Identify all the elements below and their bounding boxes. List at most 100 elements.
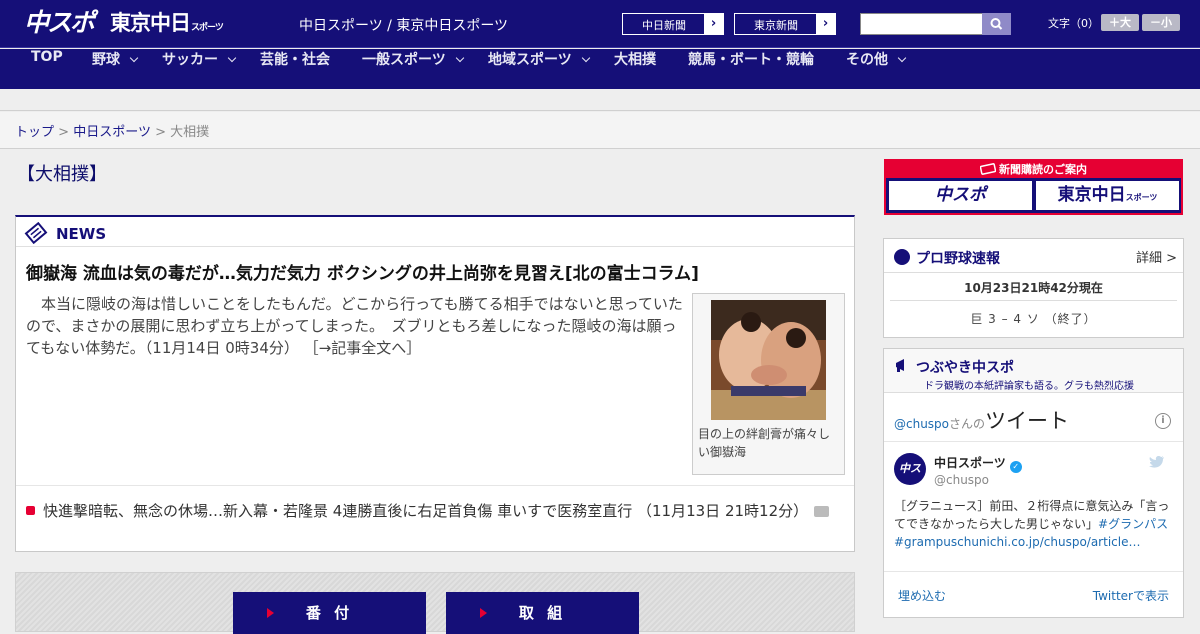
banzuke-button[interactable]: 番 付	[233, 592, 426, 634]
breadcrumb-separator: >	[155, 125, 166, 140]
divider	[884, 441, 1183, 442]
nav-label: TOP	[31, 49, 63, 65]
twitter-bird-icon[interactable]	[1149, 455, 1165, 473]
baseball-detail-link[interactable]: 詳細 >	[1136, 247, 1177, 266]
tab-label: 番 付	[305, 604, 354, 622]
nav-label: 大相撲	[614, 52, 656, 68]
tokyo-chunichi-logo[interactable]: 東京中日スポーツ	[1036, 181, 1179, 210]
nav-item-others[interactable]: その他	[846, 49, 907, 89]
font-size-label: 文字（0）	[1048, 17, 1099, 30]
tweet-author-name-text: 中日スポーツ	[934, 456, 1006, 470]
subscription-title-text: 新聞購読のご案内	[999, 163, 1087, 176]
tweets-san: さんの	[949, 417, 986, 431]
news-section-label: NEWS	[56, 225, 107, 243]
tweets-handle: @chuspo	[894, 417, 950, 431]
embed-link[interactable]: 埋め込む	[898, 587, 946, 604]
photo-caption: 目の上の絆創膏が痛々しい御嶽海	[698, 427, 831, 459]
chevron-down-icon	[227, 53, 237, 63]
top-header: 中スポ 東京中日スポーツ 中日スポーツ / 東京中日スポーツ 中日新聞 › 東京…	[0, 0, 1200, 48]
search-button[interactable]	[982, 13, 1011, 35]
tweet-url-link[interactable]: #grampuschunichi.co.jp/chuspo/article…	[894, 535, 1140, 549]
news-list-item-text: 快進撃暗転、無念の休場…新入幕・若隆景 4連勝直後に右足首負傷 車いすで医務室直…	[43, 502, 809, 520]
breadcrumb-top[interactable]: トップ	[15, 125, 54, 140]
avatar[interactable]: 中スポ	[894, 453, 926, 507]
twitter-widget-header: つぶやき中スポ ドラ観戦の本紙評論家も語る。グラも熱烈応援	[884, 349, 1183, 393]
chevron-right-icon: ›	[816, 14, 835, 34]
nav-item-local-sports[interactable]: 地域スポーツ	[488, 49, 590, 89]
tweets-label: ツイート	[985, 409, 1070, 433]
breadcrumb-chunichi-sports[interactable]: 中日スポーツ	[73, 125, 151, 140]
baseball-title: プロ野球速報	[916, 251, 1000, 267]
news-headline[interactable]: 御嶽海 流血は気の毒だが…気力だ気力 ボクシングの井上尚弥を見習え[北の富士コラ…	[26, 259, 846, 284]
tokyo-shimbun-link[interactable]: 東京新聞 ›	[734, 13, 836, 35]
subscription-title: 新聞購読のご案内	[884, 161, 1183, 177]
tokyo-logo-suffix: スポーツ	[191, 23, 224, 33]
chevron-down-icon	[581, 53, 590, 63]
ad-logo-text: 東京中日	[1057, 185, 1126, 205]
megaphone-icon	[896, 359, 904, 372]
triangle-right-icon	[267, 608, 274, 618]
baseball-scores-widget: プロ野球速報 詳細 > 10月23日21時42分現在 巨 3 – 4 ソ （終了…	[883, 238, 1184, 338]
divider	[16, 485, 854, 486]
nav-item-entertainment[interactable]: 芸能・社会	[260, 49, 330, 89]
ticket-icon	[979, 163, 997, 175]
breadcrumb-separator: >	[58, 125, 70, 140]
chuspo-logo[interactable]: 中スポ	[889, 181, 1032, 210]
chuspo-logo[interactable]: 中スポ	[24, 8, 95, 38]
baseball-header: プロ野球速報 詳細 >	[884, 239, 1183, 273]
news-list-item[interactable]: 快進撃暗転、無念の休場…新入幕・若隆景 4連勝直後に右足首負傷 車いすで医務室直…	[26, 500, 846, 522]
tweet-author-handle[interactable]: @chuspo	[934, 473, 989, 487]
nav-item-baseball[interactable]: 野球	[92, 49, 139, 89]
photo-box: 目の上の絆創膏が痛々しい御嶽海	[692, 293, 845, 475]
baseball-icon	[894, 249, 910, 265]
twitter-widget-subtitle: ドラ観戦の本紙評論家も語る。グラも熱烈応援	[924, 381, 1134, 392]
tokyo-chunichi-logo[interactable]: 東京中日スポーツ	[110, 10, 224, 41]
tweets-by-heading[interactable]: @chuspoさんのツイート	[894, 405, 1069, 435]
breadcrumb-current: 大相撲	[170, 125, 210, 140]
nav-item-sumo[interactable]: 大相撲	[614, 49, 656, 89]
nav-label: 芸能・社会	[260, 52, 330, 68]
tab-label: 取 組	[518, 604, 567, 622]
sumo-photo[interactable]	[711, 300, 826, 420]
article-summary: 本当に隠岐の海は惜しいことをしたもんだ。どこから行っても勝てる相手ではないと思っ…	[26, 293, 686, 359]
nav-item-soccer[interactable]: サッカー	[162, 49, 237, 89]
subscription-banner[interactable]: 新聞購読のご案内 中スポ 東京中日スポーツ	[884, 159, 1183, 215]
twitter-widget-title: つぶやき中スポ	[916, 360, 1014, 376]
tweet-author-name[interactable]: 中日スポーツ ✓	[934, 454, 1022, 473]
search-icon	[990, 18, 1003, 30]
spacer-band	[0, 89, 1200, 111]
tweet-hashtag-link[interactable]: #グランパス	[1098, 517, 1168, 531]
tweet-text: ［グラニュース］前田、２桁得点に意気込み「言ってできなかったら大した男じゃない」…	[894, 497, 1176, 551]
subscription-logos: 中スポ 東京中日スポーツ	[886, 178, 1181, 213]
camera-icon	[814, 506, 830, 517]
chunichi-shimbun-link[interactable]: 中日新聞 ›	[622, 13, 724, 35]
ext-link-label: 東京新聞	[754, 19, 798, 32]
chevron-down-icon	[455, 53, 464, 63]
chevron-down-icon	[897, 53, 907, 63]
nav-label: 競馬・ボート・競輪	[688, 52, 814, 68]
info-icon[interactable]: i	[1155, 413, 1171, 429]
breadcrumb: トップ > 中日スポーツ > 大相撲	[15, 121, 209, 140]
news-panel: NEWS 御嶽海 流血は気の毒だが…気力だ気力 ボクシングの井上尚弥を見習え[北…	[15, 215, 855, 552]
nav-label: 野球	[92, 52, 120, 68]
tokyo-logo-text: 東京中日	[110, 11, 191, 35]
nav-label: その他	[846, 52, 888, 68]
nav-item-general-sports[interactable]: 一般スポーツ	[362, 49, 464, 89]
nav-label: サッカー	[162, 52, 218, 68]
page-title: 【大相撲】	[17, 164, 107, 185]
triangle-right-icon	[480, 608, 487, 618]
chevron-right-icon: ›	[704, 14, 723, 34]
site-name: 中日スポーツ / 東京中日スポーツ	[299, 18, 509, 34]
view-on-twitter-link[interactable]: Twitterで表示	[1093, 587, 1169, 604]
news-header: NEWS	[16, 217, 854, 247]
search-input[interactable]	[860, 13, 983, 35]
nav-item-top[interactable]: TOP	[31, 49, 63, 89]
video-bullet-icon	[26, 506, 35, 515]
torikumi-button[interactable]: 取 組	[446, 592, 639, 634]
ad-logo-suffix: スポーツ	[1125, 193, 1158, 202]
read-more-link[interactable]: ［→記事全文へ］	[304, 339, 422, 357]
font-decrease-button[interactable]: －小	[1142, 14, 1180, 31]
game-score[interactable]: 巨 3 – 4 ソ （終了）	[884, 310, 1183, 327]
nav-item-racing[interactable]: 競馬・ボート・競輪	[688, 49, 814, 89]
font-increase-button[interactable]: ＋大	[1101, 14, 1139, 31]
